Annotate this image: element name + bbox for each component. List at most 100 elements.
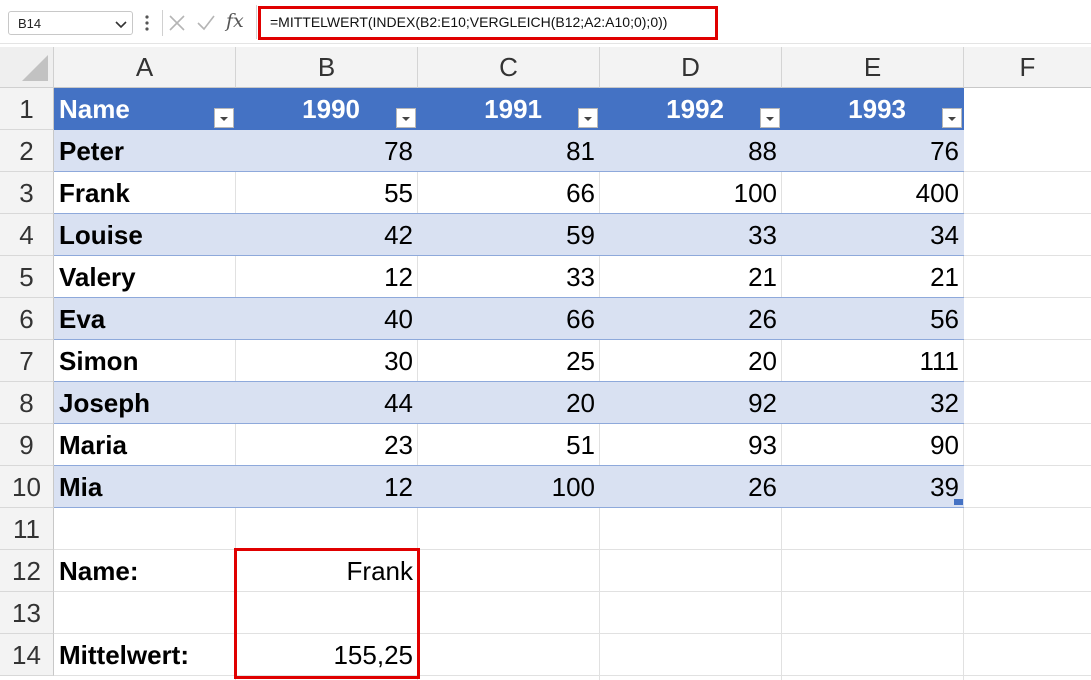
column-header-d[interactable]: D xyxy=(600,47,782,88)
chevron-down-icon[interactable] xyxy=(114,17,128,31)
table-cell[interactable]: 88 xyxy=(748,130,777,172)
row-header-9[interactable]: 9 xyxy=(0,424,54,466)
row-header-12[interactable]: 12 xyxy=(0,550,54,592)
row-header-10[interactable]: 10 xyxy=(0,466,54,508)
table-cell[interactable]: 92 xyxy=(748,382,777,424)
table-cell[interactable]: 39 xyxy=(930,466,959,508)
table-cell-name[interactable]: Frank xyxy=(59,172,130,214)
table-cell-name[interactable]: Simon xyxy=(59,340,138,382)
table-row-border xyxy=(54,423,964,424)
table-cell[interactable]: 90 xyxy=(930,424,959,466)
filter-dropdown-button[interactable] xyxy=(942,108,962,128)
column-header-b[interactable]: B xyxy=(236,47,418,88)
column-header-a[interactable]: A xyxy=(54,47,236,88)
table-cell[interactable]: 12 xyxy=(384,256,413,298)
table-cell[interactable]: 21 xyxy=(930,256,959,298)
table-cell[interactable]: 93 xyxy=(748,424,777,466)
table-cell[interactable]: 81 xyxy=(566,130,595,172)
table-cell[interactable]: 32 xyxy=(930,382,959,424)
gridline xyxy=(54,549,1091,550)
table-row-border xyxy=(54,213,964,214)
more-options-icon[interactable] xyxy=(144,14,150,32)
table-row-border xyxy=(54,297,964,298)
table-cell[interactable]: 66 xyxy=(566,172,595,214)
table-cell[interactable]: 30 xyxy=(384,340,413,382)
row-header-5[interactable]: 5 xyxy=(0,256,54,298)
table-cell[interactable]: 100 xyxy=(552,466,595,508)
gridline xyxy=(54,591,1091,592)
table-cell[interactable]: 20 xyxy=(566,382,595,424)
worksheet-grid[interactable]: A B C D E F 1 2 3 4 5 6 7 8 9 10 11 12 1… xyxy=(0,47,1091,680)
result-highlight-box xyxy=(234,548,420,679)
table-cell[interactable]: 40 xyxy=(384,298,413,340)
column-header-e[interactable]: E xyxy=(782,47,964,88)
table-cell[interactable]: 56 xyxy=(930,298,959,340)
table-cell[interactable]: 12 xyxy=(384,466,413,508)
table-cell[interactable]: 66 xyxy=(566,298,595,340)
table-cell[interactable]: 34 xyxy=(930,214,959,256)
row-header-1[interactable]: 1 xyxy=(0,88,54,130)
formula-highlight-box xyxy=(258,6,718,40)
filter-dropdown-button[interactable] xyxy=(396,108,416,128)
lookup-average-label[interactable]: Mittelwert: xyxy=(59,634,189,676)
table-band xyxy=(54,382,964,424)
table-header-1991[interactable]: 1991 xyxy=(484,88,542,130)
table-cell-name[interactable]: Joseph xyxy=(59,382,150,424)
row-header-7[interactable]: 7 xyxy=(0,340,54,382)
table-cell[interactable]: 76 xyxy=(930,130,959,172)
gridline xyxy=(54,633,1091,634)
name-box[interactable]: B14 xyxy=(8,11,133,35)
table-cell-name[interactable]: Maria xyxy=(59,424,127,466)
table-cell[interactable]: 111 xyxy=(919,340,959,382)
row-header-6[interactable]: 6 xyxy=(0,298,54,340)
table-cell[interactable]: 44 xyxy=(384,382,413,424)
table-row-border xyxy=(54,465,964,466)
row-header-8[interactable]: 8 xyxy=(0,382,54,424)
table-cell-name[interactable]: Valery xyxy=(59,256,136,298)
table-cell[interactable]: 51 xyxy=(566,424,595,466)
cancel-icon[interactable] xyxy=(168,14,186,32)
table-cell[interactable]: 23 xyxy=(384,424,413,466)
lookup-name-label[interactable]: Name: xyxy=(59,550,138,592)
enter-check-icon[interactable] xyxy=(196,14,216,32)
row-header-11[interactable]: 11 xyxy=(0,508,54,550)
table-cell[interactable]: 21 xyxy=(748,256,777,298)
table-cell[interactable]: 55 xyxy=(384,172,413,214)
select-all-corner[interactable] xyxy=(0,47,54,88)
table-cell-name[interactable]: Peter xyxy=(59,130,124,172)
table-cell-name[interactable]: Eva xyxy=(59,298,105,340)
table-cell[interactable]: 20 xyxy=(748,340,777,382)
table-row-border xyxy=(54,381,964,382)
table-cell[interactable]: 100 xyxy=(734,172,777,214)
formula-bar-divider xyxy=(0,43,1091,44)
filter-dropdown-button[interactable] xyxy=(578,108,598,128)
table-cell[interactable]: 26 xyxy=(748,298,777,340)
column-header-c[interactable]: C xyxy=(418,47,600,88)
filter-dropdown-button[interactable] xyxy=(760,108,780,128)
table-cell[interactable]: 42 xyxy=(384,214,413,256)
row-header-3[interactable]: 3 xyxy=(0,172,54,214)
insert-function-icon[interactable]: fx xyxy=(226,10,244,32)
table-cell[interactable]: 59 xyxy=(566,214,595,256)
table-cell[interactable]: 78 xyxy=(384,130,413,172)
table-header-1992[interactable]: 1992 xyxy=(666,88,724,130)
table-cell-name[interactable]: Louise xyxy=(59,214,143,256)
row-header-14[interactable]: 14 xyxy=(0,634,54,676)
formula-bar-separator xyxy=(162,10,163,36)
table-cell[interactable]: 25 xyxy=(566,340,595,382)
table-cell[interactable]: 33 xyxy=(748,214,777,256)
table-header-name[interactable]: Name xyxy=(59,88,130,130)
name-box-value: B14 xyxy=(18,16,42,31)
table-header-1993[interactable]: 1993 xyxy=(848,88,906,130)
table-header-1990[interactable]: 1990 xyxy=(302,88,360,130)
table-band xyxy=(54,130,964,172)
table-cell[interactable]: 26 xyxy=(748,466,777,508)
filter-dropdown-button[interactable] xyxy=(214,108,234,128)
row-header-4[interactable]: 4 xyxy=(0,214,54,256)
table-cell-name[interactable]: Mia xyxy=(59,466,102,508)
row-header-2[interactable]: 2 xyxy=(0,130,54,172)
column-header-f[interactable]: F xyxy=(964,47,1091,88)
table-cell[interactable]: 400 xyxy=(916,172,959,214)
row-header-13[interactable]: 13 xyxy=(0,592,54,634)
table-cell[interactable]: 33 xyxy=(566,256,595,298)
